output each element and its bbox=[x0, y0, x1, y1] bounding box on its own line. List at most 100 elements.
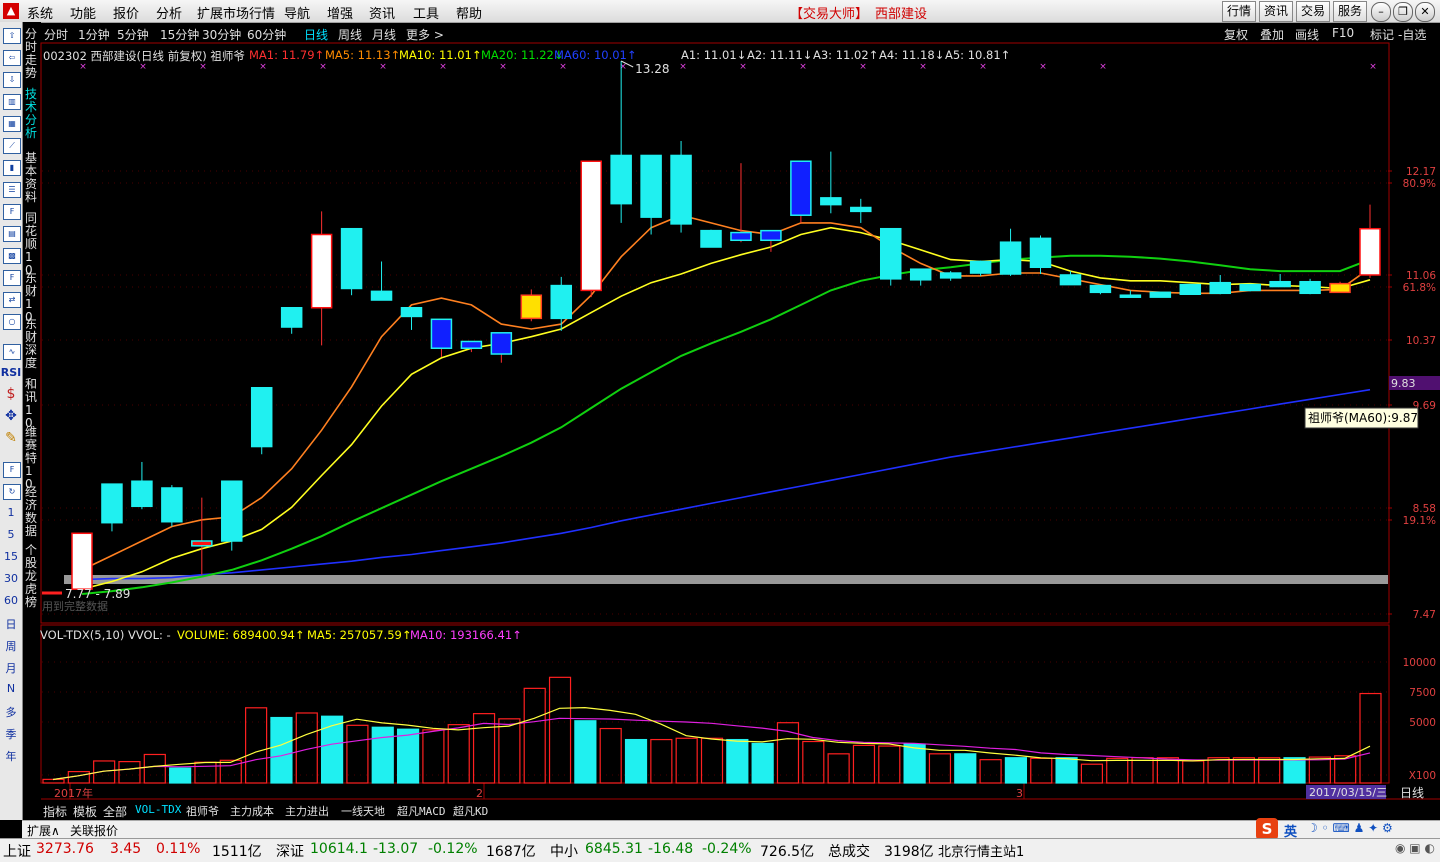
candle-body-3 bbox=[161, 487, 183, 523]
vol-legend-0: VOL-TDX(5,10) VVOL: - bbox=[40, 628, 171, 642]
tray-icons[interactable]: ◉ ▣ ◐ bbox=[1395, 841, 1435, 855]
volume-bar-48 bbox=[1258, 757, 1281, 784]
indicator-tab-7[interactable]: 一线天地 bbox=[341, 803, 385, 819]
sz-index-pct: -0.12% bbox=[428, 841, 478, 857]
price-chart[interactable]: 12.1780.9%11.0661.8%10.379.698.5819.1%7.… bbox=[0, 0, 1440, 861]
volume-bar-33 bbox=[878, 745, 901, 784]
ma20-line bbox=[81, 254, 1371, 595]
ma5-line bbox=[81, 214, 1371, 571]
candle-body-2 bbox=[131, 480, 153, 508]
candle-body-35 bbox=[1119, 294, 1142, 298]
indicator-tab-4[interactable]: 祖师爷 bbox=[186, 803, 219, 819]
volume-bar-20 bbox=[548, 676, 572, 784]
sz-index-value: 10614.1 bbox=[310, 841, 368, 857]
a-legend-3: A4: 11.18↓ bbox=[879, 48, 945, 62]
zx-index-amount: 726.5亿 bbox=[760, 844, 815, 860]
marker-14: × bbox=[919, 62, 927, 72]
candle-body-14 bbox=[490, 332, 513, 355]
candle-body-37 bbox=[1179, 283, 1202, 296]
zx-index-label: 中小 bbox=[550, 844, 578, 860]
volume-bar-44 bbox=[1156, 757, 1179, 784]
vol-tick-label-1: 7500 bbox=[1409, 687, 1436, 699]
volume-bar-16 bbox=[447, 724, 470, 784]
candle-body-16 bbox=[550, 284, 573, 320]
ma-legend-4: MA60: 10.01↑ bbox=[554, 48, 637, 62]
marker-13: × bbox=[859, 62, 867, 72]
indicator-tab-3[interactable]: VOL-TDX bbox=[135, 803, 181, 816]
ma-legend-3: MA20: 11.22↓ bbox=[481, 48, 564, 62]
ime-tools-icon[interactable]: ☽ ◦ ⌨ ♟ ✦ ⚙ bbox=[1307, 821, 1393, 835]
volume-bar-5 bbox=[169, 767, 192, 784]
marker-8: × bbox=[559, 62, 567, 72]
candle-body-12 bbox=[430, 318, 453, 349]
indicator-tab-5[interactable]: 主力成本 bbox=[230, 803, 274, 819]
volume-bar-37 bbox=[979, 759, 1002, 784]
vol-ma5-line bbox=[52, 706, 1371, 781]
indicator-tab-2[interactable]: 全部 bbox=[103, 803, 127, 820]
candle-body-29 bbox=[939, 272, 962, 279]
zx-index-pct: -0.24% bbox=[702, 841, 752, 857]
indicator-tab-6[interactable]: 主力进出 bbox=[285, 803, 329, 819]
marker-17: × bbox=[1099, 62, 1107, 72]
candle-body-15 bbox=[520, 294, 543, 320]
indicator-tab-0[interactable]: 指标 bbox=[43, 803, 67, 820]
y-tick-label-4: 10.37 bbox=[1406, 335, 1436, 347]
volume-bar-34 bbox=[903, 743, 926, 784]
candle-body-18 bbox=[610, 154, 632, 205]
vol-tick-label-3: X100 bbox=[1409, 770, 1436, 782]
sh-index-label: 上证 bbox=[3, 844, 31, 860]
vol-tick-label-2: 5000 bbox=[1409, 717, 1436, 729]
candle-body-7 bbox=[280, 306, 303, 328]
watermark-text: 用到完整数据 bbox=[42, 599, 108, 613]
a-legend-2: A3: 11.02↑ bbox=[813, 48, 879, 62]
volume-bar-27 bbox=[726, 738, 749, 784]
sh-index-amount: 1511亿 bbox=[212, 844, 262, 860]
a-legend-1: A2: 11.11↓ bbox=[747, 48, 813, 62]
volume-bar-35 bbox=[928, 753, 952, 784]
indicator-tab-9[interactable]: 超凡KD bbox=[453, 803, 488, 819]
marker-18: × bbox=[1369, 62, 1377, 72]
price-tag: 9.83 bbox=[1391, 377, 1416, 390]
volume-bar-18 bbox=[498, 718, 521, 784]
marker-4: × bbox=[319, 62, 327, 72]
candle-body-33 bbox=[1059, 274, 1082, 286]
candle-body-11 bbox=[400, 306, 423, 318]
ma60-tooltip: 祖师爷(MA60):9.87 bbox=[1308, 410, 1418, 425]
volume-bar-40 bbox=[1055, 757, 1078, 784]
marker-3: × bbox=[259, 62, 267, 72]
volume-bar-25 bbox=[675, 737, 698, 784]
total-volume-amount: 3198亿 bbox=[884, 844, 934, 860]
volume-bar-41 bbox=[1080, 763, 1104, 784]
candle-body-28 bbox=[909, 268, 932, 281]
candle-body-9 bbox=[340, 227, 363, 290]
related-quotes-button[interactable]: 关联报价 bbox=[70, 822, 118, 839]
volume-bar-52 bbox=[1359, 692, 1382, 784]
indicator-tab-8[interactable]: 超凡MACD bbox=[397, 803, 446, 819]
sz-index-label: 深证 bbox=[276, 844, 304, 860]
server-name[interactable]: 北京行情主站1 bbox=[938, 841, 1024, 860]
a-legend-0: A1: 11.01↓ bbox=[681, 48, 747, 62]
volume-bar-49 bbox=[1283, 757, 1306, 784]
ma-legend-2: MA10: 11.01↑ bbox=[399, 48, 482, 62]
sogou-ime-icon[interactable]: S bbox=[1256, 818, 1278, 840]
status-bar: 上证 3273.76 3.45 0.11% 1511亿 深证 10614.1 -… bbox=[0, 838, 1440, 862]
y-tick-label-1: 80.9% bbox=[1403, 178, 1436, 190]
y-tick-label-7: 19.1% bbox=[1403, 515, 1436, 527]
vol-legend-3: MA10: 193166.41↑ bbox=[410, 628, 522, 642]
candle-body-32 bbox=[1029, 237, 1052, 269]
expand-button[interactable]: 扩展∧ bbox=[27, 822, 60, 839]
volume-bar-4 bbox=[143, 753, 166, 784]
vol-tick-label-0: 10000 bbox=[1403, 657, 1436, 669]
candle-body-25 bbox=[820, 197, 842, 206]
candle-body-8 bbox=[310, 233, 333, 309]
marker-10: × bbox=[679, 62, 687, 72]
candle-body-27 bbox=[879, 227, 902, 280]
candle-body-30 bbox=[969, 260, 992, 274]
marker-15: × bbox=[979, 62, 987, 72]
extension-bar: 扩展∧ 关联报价 S 英 ☽ ◦ ⌨ ♟ ✦ ⚙ bbox=[22, 818, 1440, 840]
candle-body-40 bbox=[1269, 280, 1291, 288]
zx-index-change: -16.48 bbox=[648, 841, 694, 857]
volume-bar-12 bbox=[346, 724, 369, 784]
indicator-tab-1[interactable]: 模板 bbox=[73, 803, 97, 820]
ma-legend-1: MA5: 11.13↑ bbox=[325, 48, 401, 62]
